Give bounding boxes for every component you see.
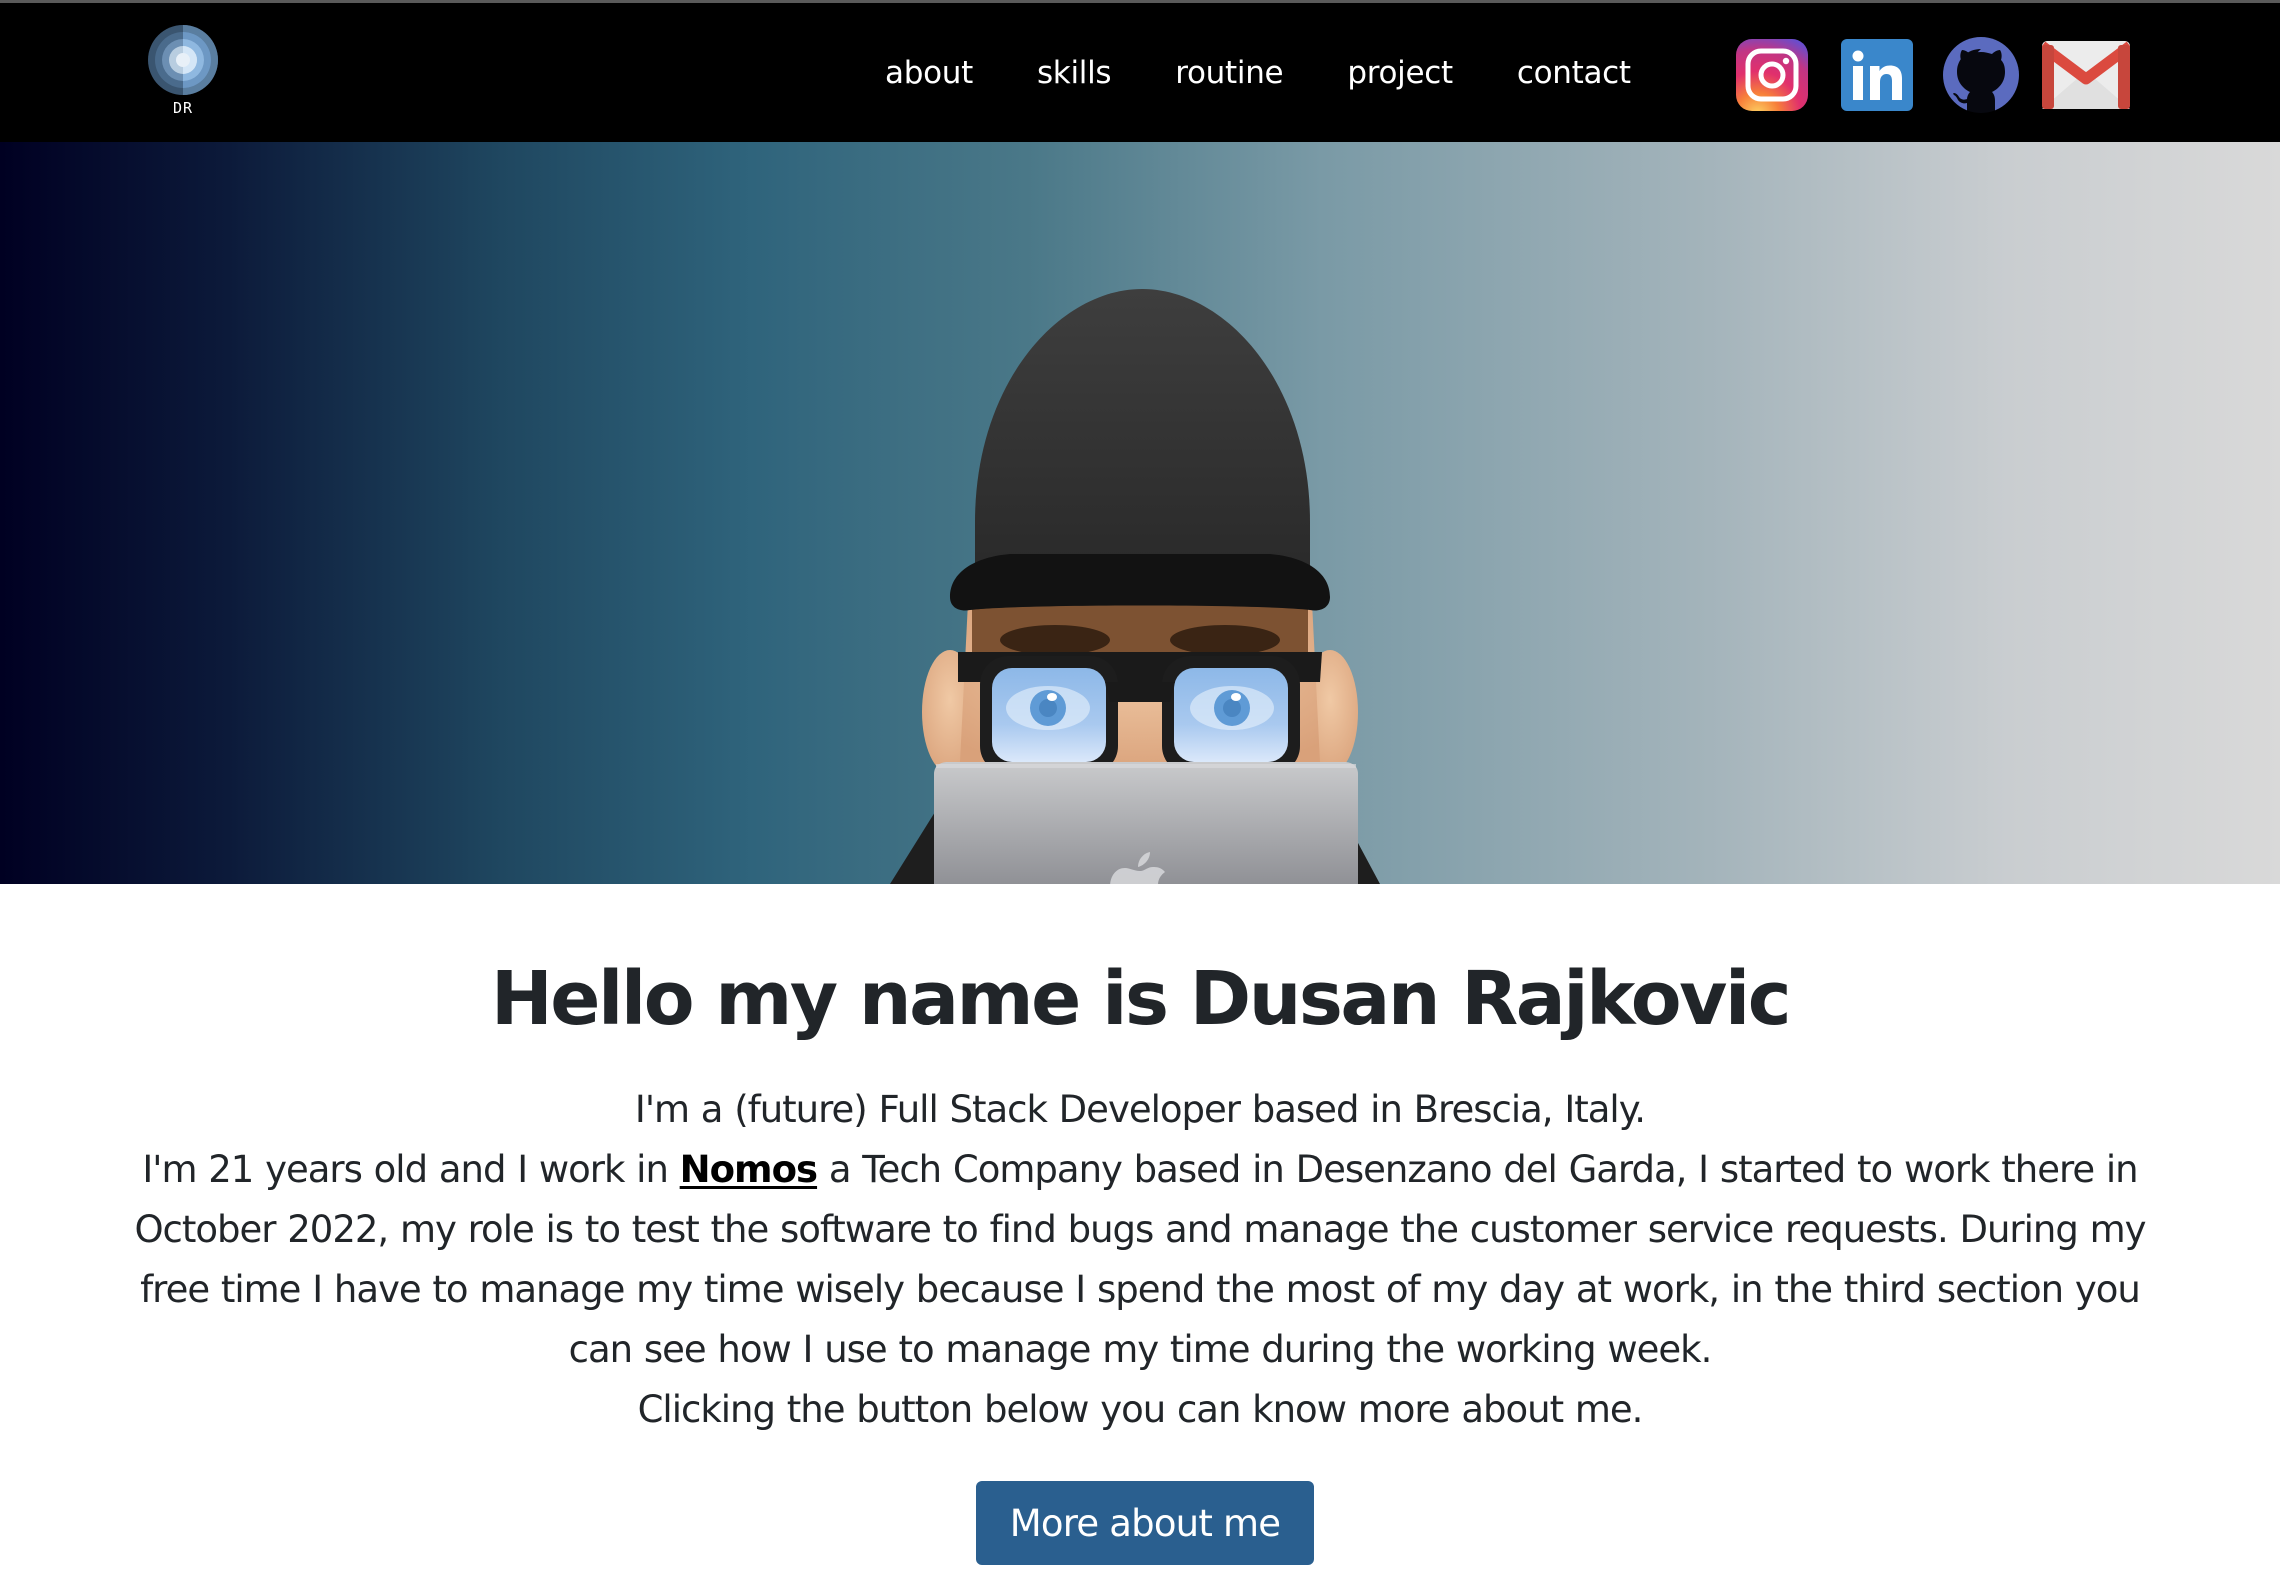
main-nav: about skills routine project contact — [885, 47, 1631, 99]
intro-title: Hello my name is Dusan Rajkovic — [490, 956, 1792, 1042]
more-about-me-button[interactable]: More about me — [976, 1481, 1314, 1565]
nav-contact[interactable]: contact — [1517, 47, 1631, 99]
instagram-link[interactable] — [1736, 39, 1808, 111]
bio-text-before: I'm 21 years old and I work in — [142, 1148, 680, 1191]
memoji-avatar-image — [890, 289, 1380, 884]
nav-routine[interactable]: routine — [1175, 47, 1283, 99]
nav-project[interactable]: project — [1347, 47, 1453, 99]
home-logo-link[interactable]: DR — [146, 23, 220, 123]
bio-line-cta: Clicking the button below you can know m… — [637, 1388, 1644, 1431]
linkedin-icon — [1841, 39, 1913, 111]
company-link-nomos[interactable]: Nomos — [680, 1148, 818, 1191]
intro-bio: I'm a (future) Full Stack Developer base… — [110, 1080, 2170, 1440]
logo-text: DR — [172, 99, 194, 117]
github-icon — [1943, 37, 2019, 113]
bio-paragraph: I'm 21 years old and I work in Nomos a T… — [110, 1140, 2170, 1380]
github-link[interactable] — [1942, 37, 2020, 113]
nav-skills[interactable]: skills — [1037, 47, 1112, 99]
nav-about[interactable]: about — [885, 47, 973, 99]
navbar: DR about skills routine project contact — [0, 3, 2280, 142]
hero-banner — [0, 142, 2280, 884]
gmail-icon — [2042, 41, 2130, 109]
linkedin-link[interactable] — [1841, 39, 1913, 111]
bio-line-location: I'm a (future) Full Stack Developer base… — [634, 1088, 1646, 1131]
instagram-icon — [1736, 39, 1808, 111]
gmail-link[interactable] — [2042, 41, 2130, 109]
dr-logo-icon — [148, 25, 218, 95]
